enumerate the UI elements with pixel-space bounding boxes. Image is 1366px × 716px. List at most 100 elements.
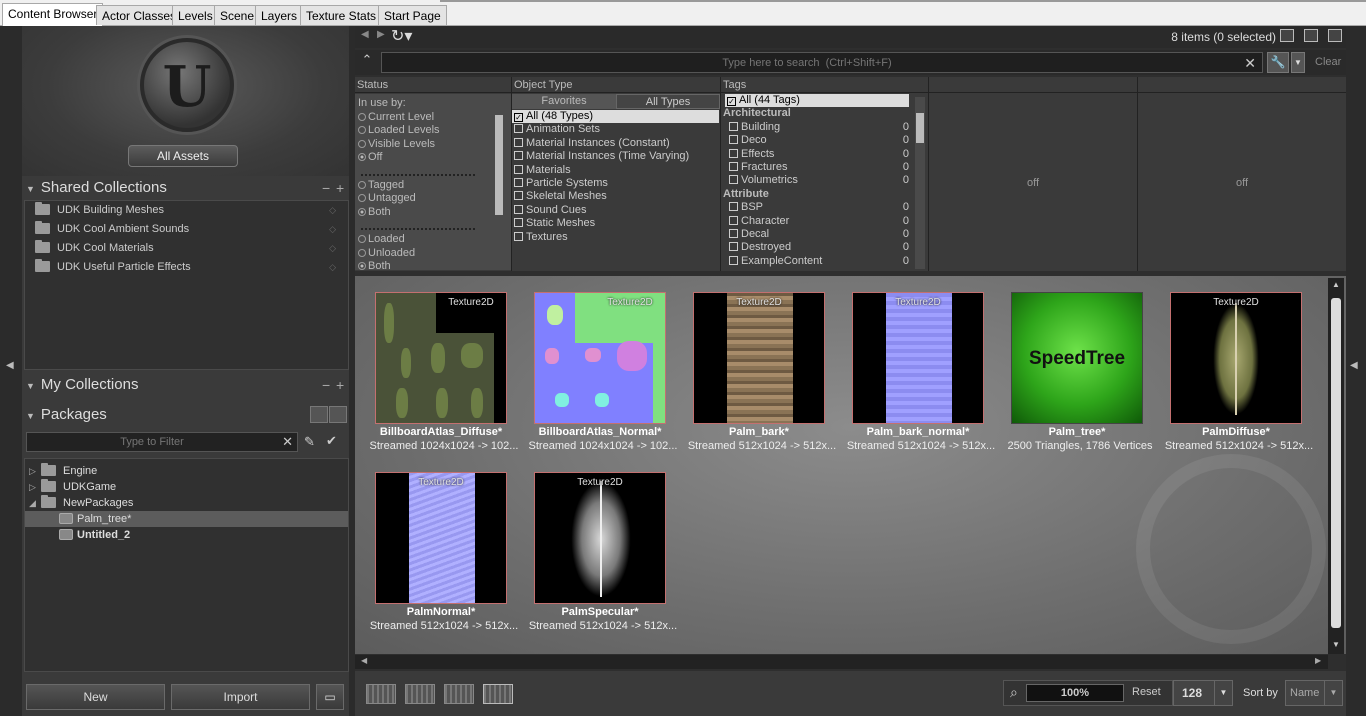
all-assets-button[interactable]: All Assets	[128, 145, 238, 167]
radio-tagged[interactable]: Tagged	[355, 179, 511, 193]
my-collections-header[interactable]: ▼ My Collections − +	[22, 374, 349, 396]
view-mode-split-icon[interactable]	[405, 684, 435, 704]
radio-loaded-levels[interactable]: Loaded Levels	[355, 124, 511, 138]
tag-item[interactable]: BSP 0	[721, 201, 915, 214]
tree-item-engine[interactable]: ▷ Engine	[25, 463, 348, 479]
back-arrow-icon[interactable]: ◀	[361, 29, 369, 40]
thumbnail-size-select[interactable]: 128 ▼	[1173, 680, 1233, 706]
search-input[interactable]	[382, 53, 1232, 72]
asset-tile[interactable]: Texture2D PalmSpecular* Streamed 512x102…	[525, 472, 683, 642]
tag-item[interactable]: Building 0	[721, 121, 915, 134]
collapse-left-icon[interactable]: ◀	[6, 360, 14, 371]
radio-untagged[interactable]: Untagged	[355, 192, 511, 206]
folder-browse-button[interactable]: ▭	[316, 684, 344, 710]
collapse-filters-icon[interactable]: ⌃	[357, 52, 377, 72]
status-scrollbar[interactable]	[494, 101, 504, 267]
collapse-arrow-icon[interactable]: ◢	[29, 495, 41, 511]
shared-collections-header[interactable]: ▼ Shared Collections − +	[22, 177, 349, 199]
import-button[interactable]: Import	[171, 684, 310, 710]
package-filter-input[interactable]	[27, 433, 277, 451]
scroll-right-icon[interactable]: ▶	[1315, 656, 1321, 665]
tab-content-browser[interactable]: Content Browser	[2, 3, 104, 26]
view-mode-thumbnails-icon[interactable]	[483, 684, 513, 704]
reset-zoom-button[interactable]: Reset	[1132, 686, 1161, 698]
scroll-down-icon[interactable]: ▼	[1332, 640, 1340, 649]
type-item[interactable]: Skeletal Meshes	[512, 190, 719, 203]
pencil-icon[interactable]: ✎	[304, 434, 315, 450]
radio-current-level[interactable]: Current Level	[355, 111, 511, 125]
remove-collection-icon[interactable]: −	[322, 177, 330, 199]
tag-item[interactable]: Character 0	[721, 215, 915, 228]
new-button[interactable]: New	[26, 684, 165, 710]
asset-tile[interactable]: Texture2D Palm_bark* Streamed 512x1024 -…	[684, 292, 842, 462]
list-item[interactable]: UDK Useful Particle Effects ◇	[25, 258, 348, 277]
clear-filter-icon[interactable]: ✕	[282, 434, 293, 450]
collapse-triangle-icon[interactable]: ▼	[26, 184, 35, 194]
radio-off[interactable]: Off	[355, 151, 511, 165]
asset-thumbnail[interactable]: Texture2D	[852, 292, 984, 424]
asset-thumbnail[interactable]: Texture2D	[375, 292, 507, 424]
list-item[interactable]: UDK Building Meshes ◇	[25, 201, 348, 220]
collapse-triangle-icon[interactable]: ▼	[26, 381, 35, 391]
clear-button[interactable]: Clear	[1315, 56, 1341, 68]
asset-thumbnail[interactable]: Texture2D	[693, 292, 825, 424]
grid-vertical-scrollbar[interactable]: ▲ ▼	[1328, 278, 1344, 654]
asset-tile[interactable]: Texture2D PalmNormal* Streamed 512x1024 …	[366, 472, 524, 642]
radio-both-loaded[interactable]: Both	[355, 260, 511, 270]
asset-tile[interactable]: Texture2D BillboardAtlas_Diffuse* Stream…	[366, 292, 524, 462]
radio-loaded[interactable]: Loaded	[355, 233, 511, 247]
asset-thumbnail[interactable]: SpeedTree	[1011, 292, 1143, 424]
asset-tile[interactable]: Texture2D Palm_bark_normal* Streamed 512…	[843, 292, 1001, 462]
collapse-triangle-icon[interactable]: ▼	[26, 411, 35, 421]
tag-item[interactable]: Destroyed 0	[721, 241, 915, 254]
type-item[interactable]: Static Meshes	[512, 217, 719, 230]
scroll-left-icon[interactable]: ◀	[361, 656, 367, 665]
tag-item[interactable]: Volumetrics 0	[721, 174, 915, 187]
asset-thumbnail[interactable]: Texture2D	[1170, 292, 1302, 424]
tab-levels[interactable]: Levels	[172, 5, 219, 25]
radio-unloaded[interactable]: Unloaded	[355, 247, 511, 261]
asset-tile[interactable]: Texture2D PalmDiffuse* Streamed 512x1024…	[1161, 292, 1319, 462]
add-collection-icon[interactable]: +	[336, 374, 344, 396]
radio-visible-levels[interactable]: Visible Levels	[355, 138, 511, 152]
type-item[interactable]: Material Instances (Constant)	[512, 137, 719, 150]
search-options-dropdown[interactable]: ▼	[1291, 52, 1305, 73]
new-window-icon[interactable]	[1280, 29, 1294, 42]
list-item[interactable]: UDK Cool Materials ◇	[25, 239, 348, 258]
tag-item-all[interactable]: ✓ All (44 Tags)	[725, 94, 909, 108]
tab-layers[interactable]: Layers	[255, 5, 304, 25]
tag-item[interactable]: Deco 0	[721, 134, 915, 147]
asset-thumbnail[interactable]: Texture2D	[534, 472, 666, 604]
tag-item[interactable]: ExampleContent 0	[721, 255, 915, 268]
list-item[interactable]: UDK Cool Ambient Sounds ◇	[25, 220, 348, 239]
asset-tile[interactable]: SpeedTree Palm_tree* 2500 Triangles, 178…	[1002, 292, 1160, 462]
asset-thumbnail[interactable]: Texture2D	[534, 292, 666, 424]
checkmark-icon[interactable]: ✔	[326, 433, 337, 449]
tree-item-untitled-2[interactable]: Untitled_2	[25, 527, 348, 543]
asset-thumbnail[interactable]: Texture2D	[375, 472, 507, 604]
view-mode-list-icon[interactable]	[366, 684, 396, 704]
wrench-icon[interactable]: 🔧	[1267, 52, 1289, 73]
expand-arrow-icon[interactable]: ▷	[29, 463, 41, 479]
tab-favorites[interactable]: Favorites	[512, 94, 616, 109]
tab-texture-stats[interactable]: Texture Stats	[300, 5, 383, 25]
tab-actor-classes[interactable]: Actor Classes	[96, 5, 183, 25]
tree-item-palm-tree[interactable]: Palm_tree*	[25, 511, 348, 527]
expand-arrow-icon[interactable]: ▷	[29, 479, 41, 495]
list-view-icon[interactable]	[310, 406, 328, 423]
tree-view-icon[interactable]	[329, 406, 347, 423]
type-item-all[interactable]: ✓ All (48 Types)	[512, 110, 719, 124]
refresh-icon[interactable]: ↻▾	[391, 26, 412, 46]
remove-collection-icon[interactable]: −	[322, 374, 330, 396]
tags-scrollbar[interactable]	[915, 97, 925, 269]
type-item[interactable]: Animation Sets	[512, 123, 719, 136]
radio-both-tagged[interactable]: Both	[355, 206, 511, 220]
type-item[interactable]: Textures	[512, 231, 719, 244]
type-item[interactable]: Material Instances (Time Varying)	[512, 150, 719, 163]
scrollbar-thumb[interactable]	[1331, 298, 1341, 628]
tag-item[interactable]: Fractures 0	[721, 161, 915, 174]
scrollbar-thumb[interactable]	[495, 115, 503, 215]
packages-header[interactable]: ▼ Packages	[22, 404, 349, 426]
tag-item[interactable]: Decal 0	[721, 228, 915, 241]
type-item[interactable]: Particle Systems	[512, 177, 719, 190]
